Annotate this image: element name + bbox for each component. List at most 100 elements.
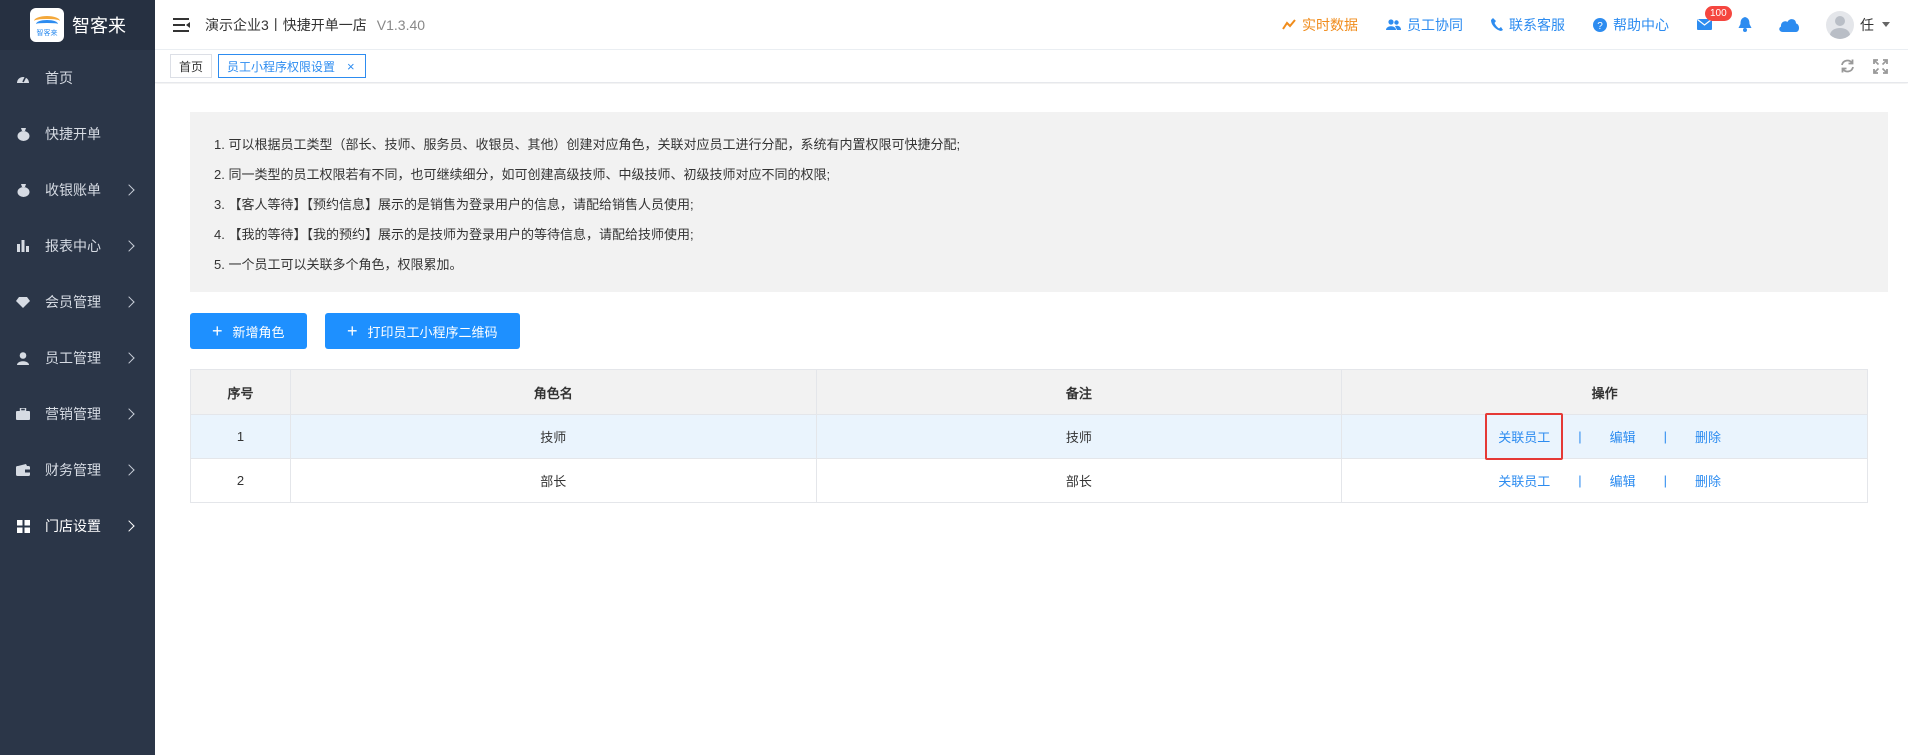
- tabs-tools: [1822, 58, 1888, 74]
- sidebar-item-label: 营销管理: [45, 406, 101, 422]
- print-qr-button[interactable]: + 打印员工小程序二维码: [325, 313, 520, 349]
- action-separator: |: [1578, 473, 1582, 488]
- link-staff-button[interactable]: 关联员工: [1498, 471, 1550, 490]
- add-role-button[interactable]: + 新增角色: [190, 313, 307, 349]
- row-actions: 关联员工 | 编辑 | 删除: [1498, 471, 1721, 490]
- table-row[interactable]: 2 部长 部长 关联员工 | 编辑 | 删除: [190, 458, 1868, 503]
- version-label: V1.3.40: [376, 16, 426, 33]
- sidebar-item-staff[interactable]: 员工管理: [0, 330, 155, 386]
- cell-index: 2: [190, 458, 291, 503]
- column-header-role: 角色名: [289, 369, 817, 415]
- sidebar-item-members[interactable]: 会员管理: [0, 274, 155, 330]
- brand-logo-caption: 智客来: [36, 30, 58, 37]
- action-separator: |: [1663, 473, 1667, 488]
- cell-index: 1: [190, 414, 291, 459]
- sidebar-item-label: 首页: [45, 70, 73, 86]
- mail-button[interactable]: 100: [1697, 6, 1732, 30]
- cell-role: 部长: [289, 458, 817, 503]
- staff-collab-label: 员工协同: [1407, 16, 1463, 33]
- plus-icon: +: [347, 321, 358, 341]
- phone-icon: [1491, 18, 1503, 31]
- column-header-actions: 操作: [1341, 369, 1868, 415]
- help-icon: ?: [1593, 17, 1607, 32]
- link-staff-button[interactable]: 关联员工: [1498, 430, 1550, 445]
- cell-actions: 关联员工 | 编辑 | 删除: [1341, 413, 1868, 460]
- edit-button[interactable]: 编辑: [1610, 427, 1636, 446]
- action-separator: |: [1663, 429, 1667, 444]
- notice-line: 2. 同一类型的员工权限若有不同，也可继续细分，如可创建高级技师、中级技师、初级…: [214, 167, 831, 182]
- wallet-icon: [15, 462, 31, 478]
- contact-service-label: 联系客服: [1509, 16, 1565, 33]
- menu-toggle-icon[interactable]: [173, 17, 190, 32]
- help-center-link[interactable]: ? 帮助中心: [1593, 15, 1669, 35]
- money-bag-icon: [15, 182, 31, 198]
- notification-button[interactable]: [1738, 17, 1752, 32]
- help-center-label: 帮助中心: [1613, 16, 1669, 33]
- notice-line: 5. 一个员工可以关联多个角色，权限累加。: [214, 257, 463, 272]
- money-bag-icon: [15, 126, 31, 142]
- roles-table: 序号 角色名 备注 操作 1 技师 技师 关联员工 | 编辑 | 删除 2 部长…: [190, 369, 1868, 503]
- sidebar-item-label: 财务管理: [45, 462, 101, 478]
- notice-line: 4. 【我的等待】【我的预约】展示的是技师为登录用户的等待信息，请配给技师使用;: [214, 227, 694, 242]
- sidebar-item-label: 报表中心: [45, 238, 101, 254]
- sidebar-item-quick-order[interactable]: 快捷开单: [0, 106, 155, 162]
- user-menu[interactable]: 任: [1826, 10, 1890, 39]
- brand[interactable]: 智客来 智客来: [0, 0, 155, 50]
- trend-icon: [1282, 18, 1296, 30]
- sidebar-item-cashier-bills[interactable]: 收银账单: [0, 162, 155, 218]
- briefcase-icon: [15, 406, 31, 422]
- sidebar: 智客来 智客来 首页 快捷开单 收银账单 报表中心 会员管理 员工管理 营销管理…: [0, 0, 155, 755]
- notice-line: 3. 【客人等待】【预约信息】展示的是销售为登录用户的信息，请配给销售人员使用;: [214, 197, 694, 212]
- table-row[interactable]: 1 技师 技师 关联员工 | 编辑 | 删除: [190, 413, 1868, 460]
- plus-icon: +: [212, 321, 223, 341]
- tab-home[interactable]: 首页: [170, 54, 213, 78]
- delete-button[interactable]: 删除: [1695, 427, 1721, 446]
- sidebar-item-marketing[interactable]: 营销管理: [0, 386, 155, 442]
- realtime-data-link[interactable]: 实时数据: [1282, 15, 1358, 35]
- cell-actions: 关联员工 | 编辑 | 删除: [1341, 458, 1868, 503]
- print-qr-label: 打印员工小程序二维码: [367, 324, 498, 340]
- tabs-bar: 首页 员工小程序权限设置 ×: [155, 50, 1908, 83]
- caret-down-icon: [1882, 22, 1890, 27]
- sidebar-item-label: 快捷开单: [45, 126, 101, 142]
- cloud-button[interactable]: [1778, 18, 1800, 32]
- tab-label: 首页: [179, 59, 204, 74]
- header-actions: 实时数据 员工协同 联系客服 ? 帮助中心 100 任: [1282, 0, 1908, 50]
- cloud-icon: [1779, 18, 1799, 32]
- user-name: 任: [1860, 16, 1874, 33]
- close-icon[interactable]: ×: [347, 59, 355, 74]
- user-icon: [15, 350, 31, 366]
- refresh-icon[interactable]: [1840, 59, 1855, 73]
- mail-badge: 100: [1705, 6, 1732, 21]
- staff-collab-link[interactable]: 员工协同: [1386, 15, 1463, 35]
- grid-icon: [15, 518, 31, 534]
- main-content: 1. 可以根据员工类型（部长、技师、服务员、收银员、其他）创建对应角色，关联对应…: [155, 84, 1908, 755]
- dashboard-icon: [15, 70, 31, 86]
- sidebar-item-label: 员工管理: [45, 350, 101, 366]
- sidebar-item-label: 收银账单: [45, 182, 101, 198]
- add-role-label: 新增角色: [232, 324, 285, 340]
- realtime-data-label: 实时数据: [1302, 16, 1358, 33]
- avatar: [1826, 10, 1854, 39]
- tab-staff-miniprogram-permissions[interactable]: 员工小程序权限设置 ×: [218, 54, 366, 78]
- fullscreen-icon[interactable]: [1873, 58, 1888, 74]
- contact-service-link[interactable]: 联系客服: [1491, 15, 1565, 35]
- edit-button[interactable]: 编辑: [1610, 471, 1636, 490]
- top-header: 演示企业3丨快捷开单一店 V1.3.40 实时数据 员工协同 联系客服 ? 帮助…: [155, 0, 1908, 50]
- bell-icon: [1738, 17, 1752, 32]
- bar-chart-icon: [15, 238, 31, 254]
- sidebar-item-home[interactable]: 首页: [0, 50, 155, 106]
- delete-button[interactable]: 删除: [1695, 471, 1721, 490]
- sidebar-item-store-settings[interactable]: 门店设置: [0, 498, 155, 554]
- brand-name: 智客来: [72, 16, 126, 36]
- sidebar-item-reports[interactable]: 报表中心: [0, 218, 155, 274]
- sidebar-item-finance[interactable]: 财务管理: [0, 442, 155, 498]
- cell-remark: 部长: [815, 458, 1343, 503]
- brand-logo: 智客来: [30, 8, 64, 42]
- cell-remark: 技师: [815, 414, 1343, 459]
- notice-line: 1. 可以根据员工类型（部长、技师、服务员、收银员、其他）创建对应角色，关联对应…: [214, 137, 961, 152]
- highlight-frame: 关联员工: [1485, 413, 1564, 460]
- column-header-remark: 备注: [815, 369, 1343, 415]
- row-actions: 关联员工 | 编辑 | 删除: [1485, 413, 1721, 460]
- tab-label: 员工小程序权限设置: [227, 59, 336, 74]
